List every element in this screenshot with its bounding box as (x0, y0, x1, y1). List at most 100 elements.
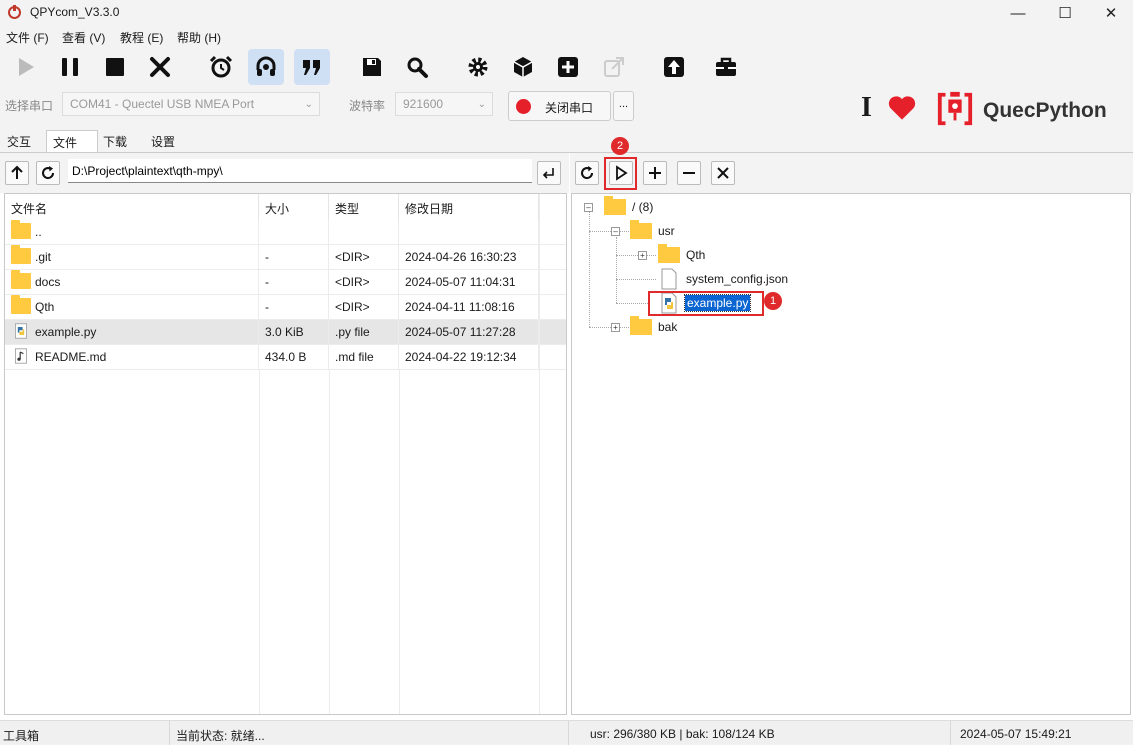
file-name: .git (29, 245, 259, 269)
table-row[interactable]: Qth - <DIR> 2024-04-11 11:08:16 (5, 295, 566, 320)
tree-node-usr[interactable]: usr (630, 220, 710, 242)
file-type: .py file (329, 320, 399, 344)
menu-view[interactable]: 查看 (V) (62, 29, 105, 46)
table-row-selected[interactable]: example.py 3.0 KiB .py file 2024-05-07 1… (5, 320, 566, 345)
play-icon[interactable] (8, 49, 44, 85)
collapse-root-icon[interactable]: – (584, 203, 593, 212)
collapse-usr-icon[interactable]: – (611, 227, 620, 236)
tree-node-root[interactable]: / (8) (604, 196, 704, 218)
device-nav-bar (570, 153, 1133, 193)
menu-file[interactable]: 文件 (F) (6, 29, 49, 46)
path-input[interactable] (68, 159, 532, 183)
col-header-type[interactable]: 类型 (329, 194, 399, 220)
file-size: - (259, 270, 329, 294)
table-row[interactable]: README.md 434.0 B .md file 2024-04-22 19… (5, 345, 566, 370)
file-type: <DIR> (329, 245, 399, 269)
gear-icon[interactable] (460, 49, 496, 85)
menu-tutorial[interactable]: 教程 (E) (120, 29, 163, 46)
headset-icon[interactable] (248, 49, 284, 85)
folder-icon (11, 270, 31, 289)
share-icon[interactable] (596, 49, 632, 85)
refresh-device-button[interactable] (575, 161, 599, 185)
tree-node-qth[interactable]: Qth (658, 244, 738, 266)
menu-help[interactable]: 帮助 (H) (177, 29, 221, 46)
refresh-local-button[interactable] (36, 161, 60, 185)
folder-icon (11, 295, 31, 314)
close-x-icon[interactable] (142, 49, 178, 85)
storage-info: usr: 296/380 KB | bak: 108/124 KB (590, 727, 775, 741)
tab-files[interactable]: 文件 (46, 130, 98, 152)
remove-file-button[interactable] (677, 161, 701, 185)
file-type: <DIR> (329, 295, 399, 319)
tree-node-bak[interactable]: bak (630, 316, 710, 338)
add-box-icon[interactable] (550, 49, 586, 85)
file-size (259, 220, 329, 244)
folder-icon (630, 220, 652, 239)
quote-icon[interactable] (294, 49, 330, 85)
search-icon[interactable] (399, 49, 435, 85)
package-icon[interactable] (505, 49, 541, 85)
col-header-name[interactable]: 文件名 (5, 194, 259, 220)
file-name: Qth (29, 295, 259, 319)
maximize-button[interactable]: ☐ (1042, 0, 1088, 26)
close-port-button[interactable]: 关闭串口 (508, 91, 611, 121)
file-type: <DIR> (329, 270, 399, 294)
port-label: 选择串口 (5, 99, 54, 113)
folder-icon (604, 196, 626, 215)
arrow-up-icon (11, 165, 23, 179)
highlight-example-file (648, 291, 764, 316)
table-row[interactable]: docs - <DIR> 2024-05-07 11:04:31 (5, 270, 566, 295)
app-logo-icon (8, 5, 21, 19)
baud-select[interactable]: 921600 ⌄ (395, 92, 493, 116)
more-button[interactable]: ... (613, 91, 634, 121)
window-close-button[interactable]: ✕ (1088, 0, 1133, 26)
heart-icon[interactable] (888, 95, 916, 121)
file-date: 2024-04-26 16:30:23 (399, 245, 539, 269)
folder-icon (11, 220, 31, 239)
python-file-icon (15, 323, 27, 339)
file-date: 2024-05-07 11:04:31 (399, 270, 539, 294)
status-dot-icon (516, 99, 531, 114)
go-path-button[interactable] (537, 161, 561, 185)
tree-node-config[interactable]: system_config.json (658, 268, 818, 290)
upload-icon[interactable] (656, 49, 692, 85)
delete-file-button[interactable] (711, 161, 735, 185)
local-file-list: 文件名 大小 类型 修改日期 .. .git - <DIR> 2024-04-2… (4, 193, 567, 715)
baud-label: 波特率 (349, 99, 386, 113)
file-size: - (259, 245, 329, 269)
col-header-size[interactable]: 大小 (259, 194, 329, 220)
stop-icon[interactable] (97, 49, 133, 85)
save-icon[interactable] (354, 49, 390, 85)
toolbox-icon[interactable] (708, 49, 744, 85)
expand-bak-icon[interactable]: + (611, 323, 620, 332)
file-name: README.md (29, 345, 259, 369)
toolbox-status[interactable]: 工具箱 (3, 727, 39, 744)
up-dir-button[interactable] (5, 161, 29, 185)
file-type (329, 220, 399, 244)
tab-settings[interactable]: 设置 (145, 130, 181, 152)
port-select[interactable]: COM41 - Quectel USB NMEA Port ⌄ (62, 92, 320, 116)
status-bar: 工具箱 当前状态: 就绪... usr: 296/380 KB | bak: 1… (0, 720, 1133, 745)
add-file-button[interactable] (643, 161, 667, 185)
minimize-button[interactable]: — (995, 0, 1041, 26)
folder-icon (11, 245, 31, 264)
plus-icon (649, 167, 661, 179)
tab-interaction[interactable]: 交互 (1, 130, 37, 152)
file-size: 434.0 B (259, 345, 329, 369)
tree-label: usr (658, 224, 675, 238)
music-file-icon (15, 348, 27, 364)
step-badge-1: 1 (764, 292, 782, 310)
brand-name: QuecPython (983, 99, 1107, 122)
table-row[interactable]: .. (5, 220, 566, 245)
toolbar (0, 46, 1133, 90)
text-cursor-icon: I (861, 92, 872, 123)
table-row[interactable]: .git - <DIR> 2024-04-26 16:30:23 (5, 245, 566, 270)
device-file-tree: – / (8) – usr + Qth system_config.json e… (571, 193, 1131, 715)
pause-icon[interactable] (52, 49, 88, 85)
quecpython-logo: QuecPython (936, 90, 1111, 130)
col-header-date[interactable]: 修改日期 (399, 194, 539, 220)
alarm-clock-icon[interactable] (203, 49, 239, 85)
file-name: docs (29, 270, 259, 294)
tab-download[interactable]: 下载 (97, 130, 133, 152)
expand-qth-icon[interactable]: + (638, 251, 647, 260)
